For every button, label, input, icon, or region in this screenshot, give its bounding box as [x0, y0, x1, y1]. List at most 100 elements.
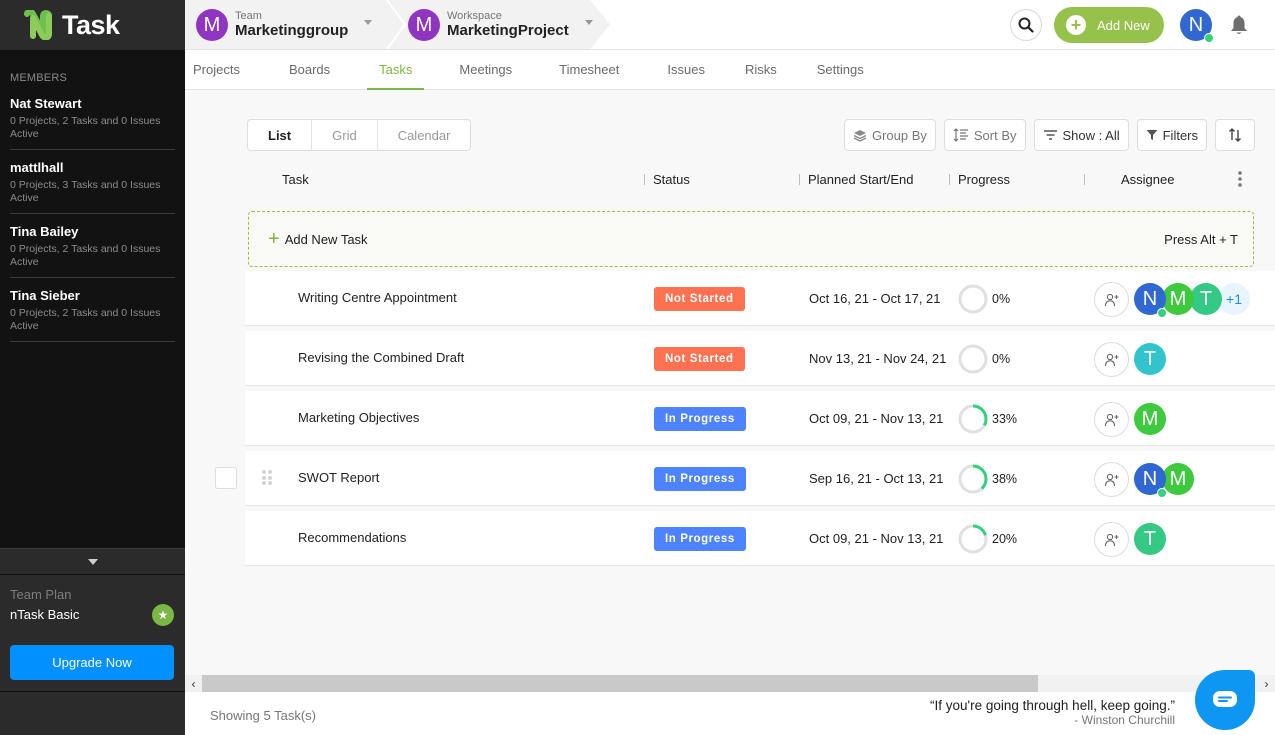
sort-by-button[interactable]: Sort By — [943, 119, 1026, 151]
more-vertical-icon[interactable] — [1238, 170, 1242, 188]
planned-dates[interactable]: Oct 09, 21 - Nov 13, 21 — [809, 531, 943, 546]
module-tabs: Projects Boards Tasks Meetings Timesheet Issu… — [185, 50, 1275, 90]
filters-button[interactable]: Filters — [1136, 119, 1207, 151]
add-assignee-button[interactable] — [1094, 282, 1129, 317]
horizontal-scrollbar[interactable]: ‹ › — [185, 675, 1275, 692]
task-row[interactable]: Recommendations In Progress Oct 09, 21 - N… — [245, 511, 1275, 566]
sort-order-button[interactable] — [1215, 119, 1255, 151]
progress-indicator: 20% — [958, 524, 1017, 554]
task-title[interactable]: Revising the Combined Draft — [298, 350, 464, 365]
assignee-avatar[interactable]: N — [1134, 463, 1167, 498]
task-row[interactable]: Marketing Objectives In Progress Oct 09, 2… — [245, 391, 1275, 446]
assignee-avatar[interactable]: M — [1162, 463, 1194, 495]
member-item[interactable]: Nat Stewart 0 Projects, 2 Tasks and 0 Iss… — [10, 84, 175, 150]
column-planned[interactable]: Planned Start/End — [808, 172, 914, 187]
member-item[interactable]: mattlhall 0 Projects, 3 Tasks and 0 Issue… — [10, 150, 175, 214]
team-label: Team — [235, 10, 262, 22]
tab-tasks[interactable]: Tasks — [367, 50, 425, 90]
logo[interactable]: Task — [0, 0, 185, 50]
task-title[interactable]: SWOT Report — [298, 470, 379, 485]
user-avatar[interactable]: N — [1180, 9, 1214, 43]
add-user-icon — [1104, 533, 1118, 546]
task-title[interactable]: Writing Centre Appointment — [298, 290, 457, 305]
task-row[interactable]: SWOT Report In Progress Sep 16, 21 - Oct 1… — [215, 451, 1275, 506]
funnel-icon — [1146, 129, 1158, 141]
online-status-dot — [1157, 308, 1167, 318]
drag-handle-icon[interactable] — [262, 470, 272, 485]
assignee-avatar[interactable]: M — [1134, 403, 1166, 435]
planned-dates[interactable]: Sep 16, 21 - Oct 13, 21 — [809, 471, 943, 486]
progress-ring — [958, 404, 988, 434]
view-grid-button[interactable]: Grid — [312, 120, 378, 150]
task-title[interactable]: Marketing Objectives — [298, 410, 419, 425]
group-by-label: Group By — [871, 127, 927, 143]
scroll-right-arrow[interactable]: › — [1258, 675, 1275, 692]
sort-arrows-icon — [1229, 128, 1241, 142]
member-summary: 0 Projects, 2 Tasks and 0 Issues — [10, 243, 161, 255]
scrollbar-thumb[interactable] — [202, 675, 1038, 692]
column-status[interactable]: Status — [653, 172, 690, 187]
column-progress[interactable]: Progress — [958, 172, 1010, 187]
tab-issues[interactable]: Issues — [667, 50, 705, 89]
search-icon — [1018, 17, 1034, 33]
filters-label: Filters — [1162, 127, 1198, 143]
sidebar-collapse-toggle[interactable] — [0, 548, 185, 575]
search-button[interactable] — [1010, 9, 1042, 41]
show-filter-button[interactable]: Show : All — [1033, 119, 1129, 151]
tab-projects[interactable]: Projects — [193, 50, 240, 89]
assignee-avatar[interactable]: M — [1162, 283, 1194, 315]
member-name: Nat Stewart — [10, 96, 82, 111]
tab-meetings[interactable]: Meetings — [459, 50, 512, 89]
tab-risks[interactable]: Risks — [745, 50, 777, 89]
member-item[interactable]: Tina Bailey 0 Projects, 2 Tasks and 0 Iss… — [10, 214, 175, 278]
member-item[interactable]: Tina Sieber 0 Projects, 2 Tasks and 0 Iss… — [10, 278, 175, 342]
task-title[interactable]: Recommendations — [298, 530, 406, 545]
group-by-button[interactable]: Group By — [843, 119, 936, 151]
progress-track — [958, 344, 988, 374]
view-calendar-button[interactable]: Calendar — [378, 120, 471, 150]
scroll-left-arrow[interactable]: ‹ — [185, 675, 202, 692]
status-badge[interactable]: In Progress — [654, 467, 746, 491]
tab-settings[interactable]: Settings — [817, 50, 864, 89]
tab-boards[interactable]: Boards — [289, 50, 330, 89]
status-badge[interactable]: In Progress — [654, 527, 746, 551]
assignee-avatar[interactable]: T — [1134, 343, 1166, 375]
assignee-avatars: M — [1134, 403, 1166, 435]
add-assignee-button[interactable] — [1094, 462, 1129, 497]
more-assignees-badge[interactable]: +1 — [1218, 283, 1250, 315]
planned-dates[interactable]: Oct 09, 21 - Nov 13, 21 — [809, 411, 943, 426]
member-state: Active — [10, 128, 39, 140]
view-list-button[interactable]: List — [248, 120, 313, 150]
assignee-avatar[interactable]: N — [1134, 283, 1167, 318]
task-row[interactable]: Revising the Combined Draft Not Started No… — [245, 331, 1275, 386]
status-badge[interactable]: Not Started — [654, 287, 745, 311]
chat-widget-button[interactable] — [1195, 670, 1255, 730]
column-assignee[interactable]: Assignee — [1121, 172, 1174, 187]
assignee-avatar[interactable]: T — [1134, 523, 1166, 555]
task-row[interactable]: Writing Centre Appointment Not Started Oct… — [245, 271, 1275, 326]
bell-icon[interactable] — [1229, 14, 1249, 36]
planned-dates[interactable]: Oct 16, 21 - Oct 17, 21 — [809, 291, 941, 306]
upgrade-now-button[interactable]: Upgrade Now — [10, 645, 174, 680]
assignee-initial: T — [1143, 527, 1157, 550]
status-badge[interactable]: Not Started — [654, 347, 745, 371]
tab-timesheet[interactable]: Timesheet — [559, 50, 619, 89]
add-new-button[interactable]: + Add New — [1054, 7, 1164, 43]
column-divider — [949, 174, 950, 185]
progress-indicator: 33% — [958, 404, 1017, 434]
add-assignee-button[interactable] — [1094, 522, 1129, 557]
planned-dates[interactable]: Nov 13, 21 - Nov 24, 21 — [809, 351, 946, 366]
add-assignee-button[interactable] — [1094, 402, 1129, 437]
team-selector[interactable]: M Team Marketinggroup — [196, 9, 373, 41]
status-badge[interactable]: In Progress — [654, 407, 746, 431]
row-checkbox[interactable] — [215, 467, 237, 489]
add-new-task-row[interactable]: + Add New Task Press Alt + T — [248, 211, 1254, 267]
quote: “If you're going through hell, keep goin… — [930, 698, 1175, 727]
workspace-selector[interactable]: M Workspace MarketingProject — [408, 9, 593, 41]
members-title: MEMBERS — [10, 72, 68, 84]
add-assignee-button[interactable] — [1094, 342, 1129, 377]
progress-ring — [958, 344, 988, 374]
assignee-avatar[interactable]: T — [1190, 283, 1222, 315]
star-icon: ★ — [152, 604, 174, 626]
column-task[interactable]: Task — [282, 172, 309, 187]
